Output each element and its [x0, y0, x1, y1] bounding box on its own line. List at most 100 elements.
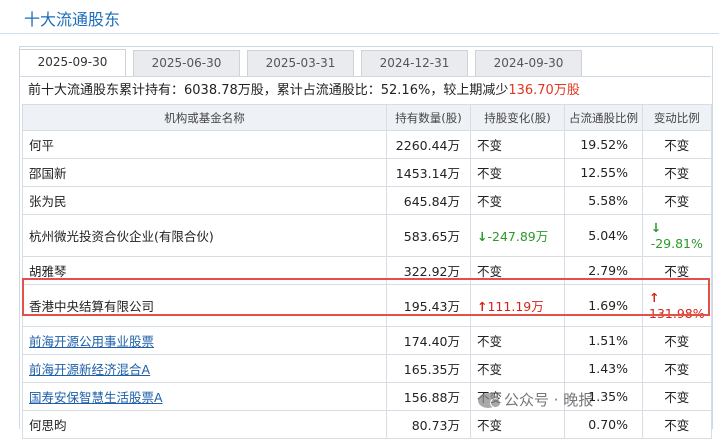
col-header-shares: 持有数量(股) [386, 104, 471, 131]
change-value: 不变 [477, 166, 503, 181]
cell-holder-name: 邵国新 [22, 158, 387, 187]
col-header-ratio: 变动比例 [642, 104, 712, 131]
cell-float-pct: 5.58% [564, 186, 643, 215]
holder-name: 香港中央结算有限公司 [29, 299, 155, 314]
summary-text: 前十大流通股东累计持有：6038.78万股，累计占流通股比：52.16%，较上期… [28, 83, 509, 98]
cell-shares: 583.65万 [386, 214, 471, 257]
table-row: 国寿安保智慧生活股票A156.88万不变1.35%不变 [22, 382, 712, 411]
cell-float-pct: 19.52% [564, 130, 643, 159]
cell-change: ↑111.19万 [470, 284, 565, 327]
section-header: 十大流通股东 [0, 0, 719, 34]
cell-shares: 156.88万 [386, 382, 471, 411]
watermark: 公众号 · 晚报 [478, 389, 593, 410]
arrow-up-icon: ↑ [649, 289, 660, 305]
table-row: 胡雅琴 322.92万 不变 2.79% 不变 [22, 256, 712, 285]
arrow-up-icon: ↑ [477, 299, 488, 314]
holder-name: 杭州微光投资合伙企业(有限合伙) [29, 229, 214, 244]
cell-float-pct: 1.51% [564, 326, 643, 355]
holder-name: 何思昀 [29, 418, 67, 433]
cell-change-ratio: 不变 [642, 326, 712, 355]
change-value: 不变 [477, 138, 503, 153]
table-row: 杭州微光投资合伙企业(有限合伙) 583.65万 ↓-247.89万 5.04% ↓ -2… [22, 214, 712, 257]
arrow-down-icon: ↓ [477, 229, 488, 244]
holder-link[interactable]: 前海开源新经济混合A [29, 362, 150, 377]
cell-float-pct: 2.79% [564, 256, 643, 285]
cell-holder-name: 前海开源新经济混合A [22, 354, 387, 383]
cell-holder-name: 国寿安保智慧生活股票A [22, 382, 387, 411]
table-row: 前海开源公用事业股票 174.40万 不变 1.51% 不变 [22, 326, 712, 355]
cell-holder-name: 杭州微光投资合伙企业(有限合伙) [22, 214, 387, 257]
cell-change-ratio: 不变 [642, 382, 712, 411]
cell-change-ratio: 不变 [642, 410, 712, 439]
change-value: 不变 [477, 362, 503, 377]
tab-period-4[interactable]: 2024-12-31 [361, 50, 468, 76]
cell-change: 不变 [470, 354, 565, 383]
cell-holder-name: 何平 [22, 130, 387, 159]
holder-link[interactable]: 前海开源公用事业股票 [29, 334, 154, 349]
cell-change: 不变 [470, 130, 565, 159]
change-value: 不变 [477, 194, 503, 209]
tab-period-3[interactable]: 2025-03-31 [247, 50, 354, 76]
holder-name: 何平 [29, 138, 55, 153]
tab-period-2[interactable]: 2025-06-30 [133, 50, 240, 76]
cell-change: 不变 [470, 158, 565, 187]
cell-holder-name: 香港中央结算有限公司 [22, 284, 387, 327]
change-value: 不变 [477, 418, 503, 433]
tab-period-5[interactable]: 2024-09-30 [475, 50, 582, 76]
change-value: -247.89万 [487, 229, 549, 244]
cell-shares: 322.92万 [386, 256, 471, 285]
table-header-row: 机构或基金名称 持有数量(股) 持股变化(股) 占流通股比例 变动比例 [22, 104, 712, 131]
cell-holder-name: 胡雅琴 [22, 256, 387, 285]
cell-shares: 2260.44万 [386, 130, 471, 159]
cell-change-ratio: ↓ -29.81% [642, 214, 712, 257]
watermark-text: 公众号 · 晚报 [504, 391, 594, 409]
summary-change: 136.70万股 [508, 83, 580, 98]
cell-change-ratio: 不变 [642, 354, 712, 383]
cell-shares: 174.40万 [386, 326, 471, 355]
cell-change: ↓-247.89万 [470, 214, 565, 257]
cell-change: 不变 [470, 256, 565, 285]
cell-change: 不变 [470, 326, 565, 355]
tab-period-1[interactable]: 2025-09-30 [19, 49, 126, 76]
cell-holder-name: 何思昀 [22, 410, 387, 439]
cell-shares: 195.43万 [386, 284, 471, 327]
summary-line: 前十大流通股东累计持有：6038.78万股，累计占流通股比：52.16%，较上期… [19, 76, 711, 104]
cell-float-pct: 0.70% [564, 410, 643, 439]
arrow-down-icon: ↓ [650, 219, 662, 235]
col-header-pct: 占流通股比例 [564, 104, 643, 131]
col-header-change: 持股变化(股) [470, 104, 565, 131]
table-row: 何平 2260.44万 不变 19.52% 不变 [22, 130, 712, 159]
cell-shares: 645.84万 [386, 186, 471, 215]
holder-name: 张为民 [29, 194, 67, 209]
cell-change-ratio: 不变 [642, 256, 712, 285]
cell-change: 不变 [470, 186, 565, 215]
holder-link[interactable]: 国寿安保智慧生活股票A [29, 390, 163, 405]
cell-float-pct: 1.43% [564, 354, 643, 383]
cell-change-ratio: 不变 [642, 158, 712, 187]
cell-float-pct: 12.55% [564, 158, 643, 187]
wechat-icon [478, 393, 501, 408]
table-row: 前海开源新经济混合A 165.35万 不变 1.43% 不变 [22, 354, 712, 383]
cell-change-ratio: 不变 [642, 130, 712, 159]
holder-name: 胡雅琴 [29, 264, 67, 279]
table-row: 香港中央结算有限公司 195.43万 ↑111.19万 1.69% ↑ 131.98% [22, 284, 712, 327]
holder-name: 邵国新 [29, 166, 67, 181]
cell-shares: 80.73万 [386, 410, 471, 439]
change-value: 不变 [477, 264, 503, 279]
section-title: 十大流通股东 [24, 10, 121, 29]
period-tabs: 2025-09-30 2025-06-30 2025-03-31 2024-12… [19, 46, 711, 76]
change-value: 不变 [477, 334, 503, 349]
cell-holder-name: 张为民 [22, 186, 387, 215]
table-row: 张为民 645.84万 不变 5.58% 不变 [22, 186, 712, 215]
cell-float-pct: 1.69% [564, 284, 643, 327]
col-header-name: 机构或基金名称 [22, 104, 387, 131]
cell-change: 不变 [470, 410, 565, 439]
cell-shares: 165.35万 [386, 354, 471, 383]
shareholder-table: 机构或基金名称 持有数量(股) 持股变化(股) 占流通股比例 变动比例 何平 22… [22, 104, 712, 439]
cell-change-ratio: ↑ 131.98% [642, 284, 712, 327]
header-divider [0, 33, 719, 34]
change-value: 111.19万 [487, 299, 544, 314]
table-row: 何思昀 80.73万 不变 0.70% 不变 [22, 410, 712, 439]
cell-change-ratio: 不变 [642, 186, 712, 215]
cell-float-pct: 5.04% [564, 214, 643, 257]
